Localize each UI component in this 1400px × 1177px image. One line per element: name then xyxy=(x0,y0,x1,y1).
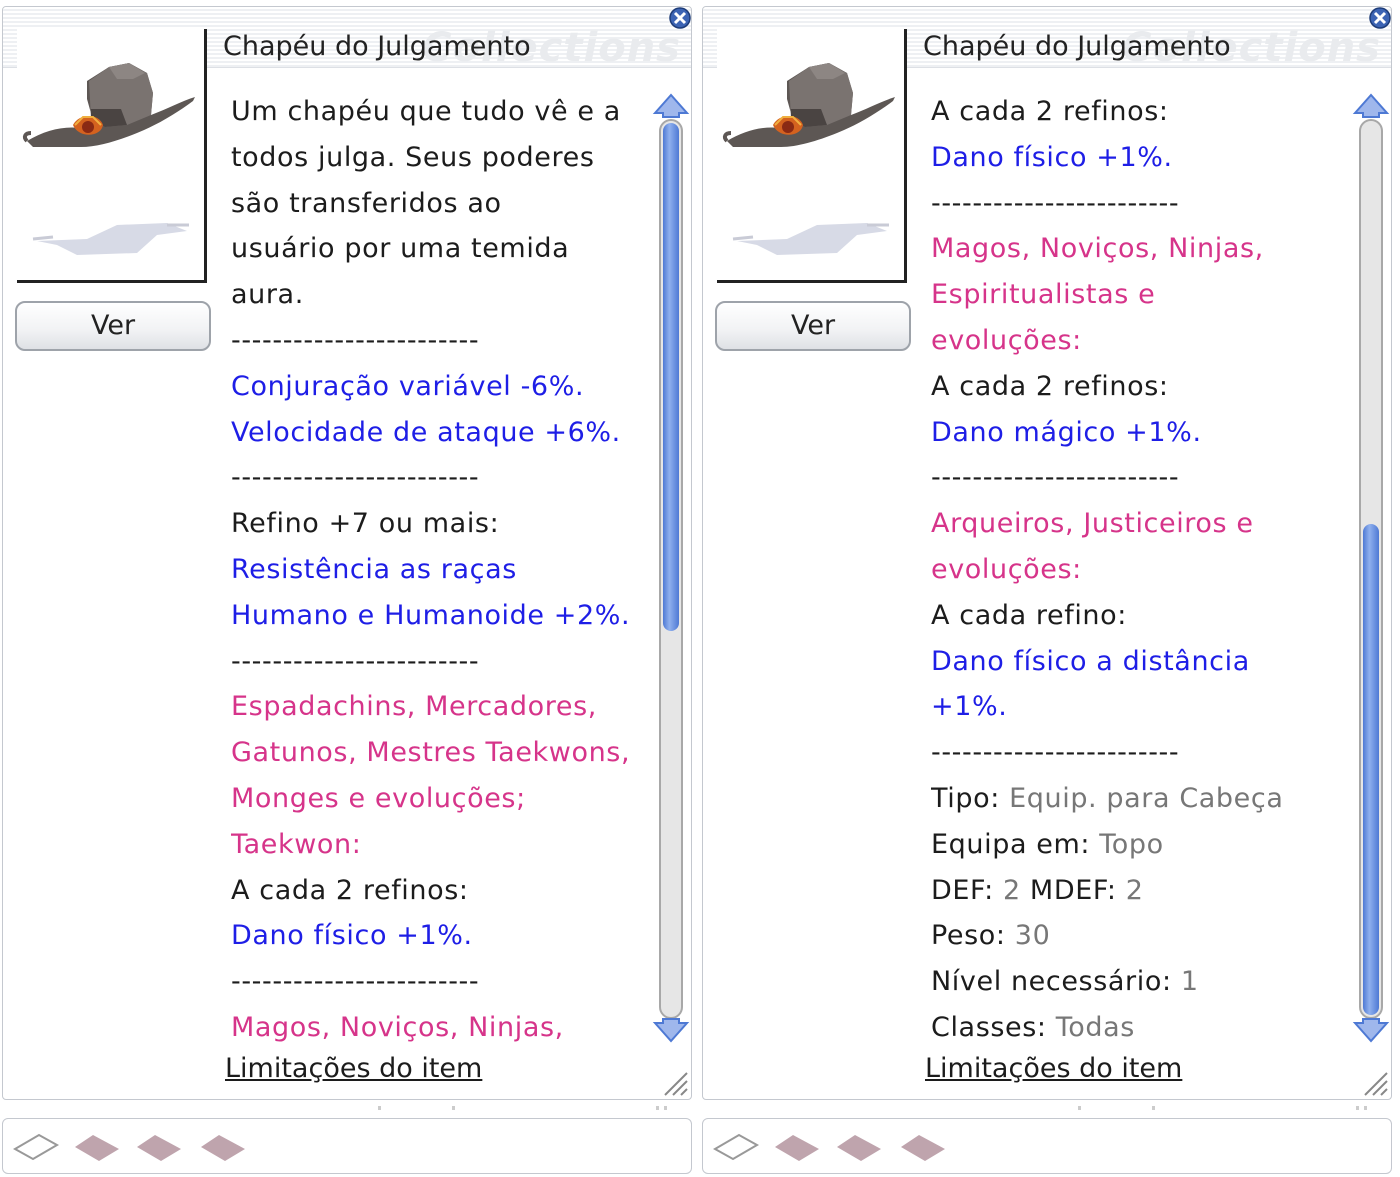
description-line: A cada 2 refinos: xyxy=(231,874,469,906)
card-slots-bar xyxy=(2,1118,692,1174)
description-text: Equipa em: xyxy=(931,828,1100,860)
description-line: Espadachins, Mercadores, xyxy=(231,691,597,723)
description-text: DEF: xyxy=(931,874,1003,906)
item-limitations-link[interactable]: Limitações do item xyxy=(225,1053,482,1084)
card-slot-icon[interactable] xyxy=(199,1129,249,1165)
empty-slot-icon[interactable] xyxy=(711,1129,761,1165)
description-line: Dano físico +1%. xyxy=(231,920,473,952)
description-line: A cada 2 refinos: xyxy=(931,370,1169,402)
description-line: ------------------------ xyxy=(931,187,1180,219)
description-line: Magos, Noviços, Ninjas, xyxy=(931,233,1264,265)
close-icon[interactable] xyxy=(668,6,692,30)
description-line: Dano físico a distância xyxy=(931,645,1250,677)
description-text: 2 xyxy=(1125,874,1144,906)
arrow-up-icon[interactable] xyxy=(651,91,691,121)
description-line: Resistência as raças xyxy=(231,553,517,585)
description-line: Refino +7 ou mais: xyxy=(231,508,500,540)
description-line: Arqueiros, Justiceiros e xyxy=(931,508,1254,540)
description-line: Conjuração variável -6%. xyxy=(231,370,585,402)
description-line: A cada refino: xyxy=(931,599,1127,631)
description-line: Peso: 30 xyxy=(931,913,1361,959)
description-line: Dano físico +1%. xyxy=(931,141,1173,173)
description-text: 2 xyxy=(1002,874,1021,906)
scrollbar-track[interactable] xyxy=(659,119,683,1019)
description-line: ------------------------ xyxy=(931,462,1180,494)
item-info-panel-right: Collections Chapéu do Julgamento Ver A c… xyxy=(700,0,1396,1177)
empty-slot-icon[interactable] xyxy=(11,1129,61,1165)
ver-button[interactable]: Ver xyxy=(15,301,211,351)
card-slot-icon[interactable] xyxy=(135,1129,185,1165)
arrow-up-icon[interactable] xyxy=(1351,91,1391,121)
description-text: Equip. para Cabeça xyxy=(1009,782,1284,814)
description-line: +1%. xyxy=(931,691,1008,723)
resize-grip-icon[interactable] xyxy=(659,1067,689,1097)
card-slot-icon[interactable] xyxy=(73,1129,123,1165)
description-text: 30 xyxy=(1014,920,1051,952)
item-image-frame xyxy=(717,29,907,283)
description-line: Equipa em: Topo xyxy=(931,822,1361,868)
description-line: A cada 2 refinos: xyxy=(931,96,1169,127)
description-line: Monges e evoluções; xyxy=(231,782,526,814)
description-line: Velocidade de ataque +6%. xyxy=(231,416,621,448)
scrollbar-thumb[interactable] xyxy=(1363,524,1379,1015)
item-title: Chapéu do Julgamento xyxy=(223,31,531,62)
description-line: Taekwon: xyxy=(231,828,362,860)
description-text: Tipo: xyxy=(931,782,1010,814)
description-line: Tipo: Equip. para Cabeça xyxy=(931,776,1361,822)
description-text: 1 xyxy=(1180,966,1199,998)
ver-button[interactable]: Ver xyxy=(715,301,911,351)
divider-dots xyxy=(378,1106,667,1110)
description-line: Gatunos, Mestres Taekwons, xyxy=(231,737,631,769)
description-line: DEF: 2 MDEF: 2 xyxy=(931,868,1361,914)
description-line: evoluções: xyxy=(931,324,1082,356)
description-text: Classes: xyxy=(931,1011,1056,1043)
card-slot-icon[interactable] xyxy=(773,1129,823,1165)
card-shadow-icon xyxy=(732,223,889,255)
description-line: ------------------------ xyxy=(231,645,480,677)
description-line: são transferidos ao xyxy=(231,187,502,219)
description-text: MDEF: xyxy=(1020,874,1126,906)
item-window: Collections Chapéu do Julgamento Ver Um … xyxy=(2,6,692,1100)
item-description: Um chapéu que tudo vê e a todos julga. Se… xyxy=(231,89,651,1045)
item-limitations-link[interactable]: Limitações do item xyxy=(925,1053,1182,1084)
card-slot-icon[interactable] xyxy=(899,1129,949,1165)
card-slot-icon[interactable] xyxy=(835,1129,885,1165)
card-slots-bar xyxy=(702,1118,1392,1174)
divider-dots xyxy=(1078,1106,1367,1110)
description-text: Peso: xyxy=(931,920,1015,952)
resize-grip-icon[interactable] xyxy=(1359,1067,1389,1097)
description-text: Todas xyxy=(1055,1011,1135,1043)
scrollbar-track[interactable] xyxy=(1359,119,1383,1019)
close-icon[interactable] xyxy=(1368,6,1392,30)
card-shadow-icon xyxy=(32,223,189,255)
item-image-frame xyxy=(17,29,207,283)
item-title: Chapéu do Julgamento xyxy=(923,31,1231,62)
description-line: Um chapéu que tudo vê e a xyxy=(231,96,621,127)
scrollbar-thumb[interactable] xyxy=(663,123,679,632)
description-line: Humano e Humanoide +2%. xyxy=(231,599,631,631)
item-info-panel-left: Collections Chapéu do Julgamento Ver Um … xyxy=(0,0,696,1177)
arrow-down-icon[interactable] xyxy=(651,1015,691,1045)
description-line: ------------------------ xyxy=(231,462,480,494)
description-text: Topo xyxy=(1099,828,1164,860)
description-line: evoluções: xyxy=(931,553,1082,585)
description-line: Magos, Noviços, Ninjas, xyxy=(231,1011,564,1043)
description-line: aura. xyxy=(231,279,304,311)
description-line: Dano mágico +1%. xyxy=(931,416,1202,448)
description-line: Nível necessário: 1 xyxy=(931,959,1361,1005)
description-line: todos julga. Seus poderes xyxy=(231,141,595,173)
arrow-down-icon[interactable] xyxy=(1351,1015,1391,1045)
description-line: usuário por uma temida xyxy=(231,233,570,265)
item-window: Collections Chapéu do Julgamento Ver A c… xyxy=(702,6,1392,1100)
description-line: ------------------------ xyxy=(231,324,480,356)
description-line: ------------------------ xyxy=(231,966,480,998)
description-line: ------------------------ xyxy=(931,737,1180,769)
description-text: Nível necessário: xyxy=(931,966,1181,998)
description-line: Classes: Todas xyxy=(931,1005,1361,1045)
description-line: Espiritualistas e xyxy=(931,279,1156,311)
item-description: A cada 2 refinos: Dano físico +1%. -------… xyxy=(931,89,1361,1045)
